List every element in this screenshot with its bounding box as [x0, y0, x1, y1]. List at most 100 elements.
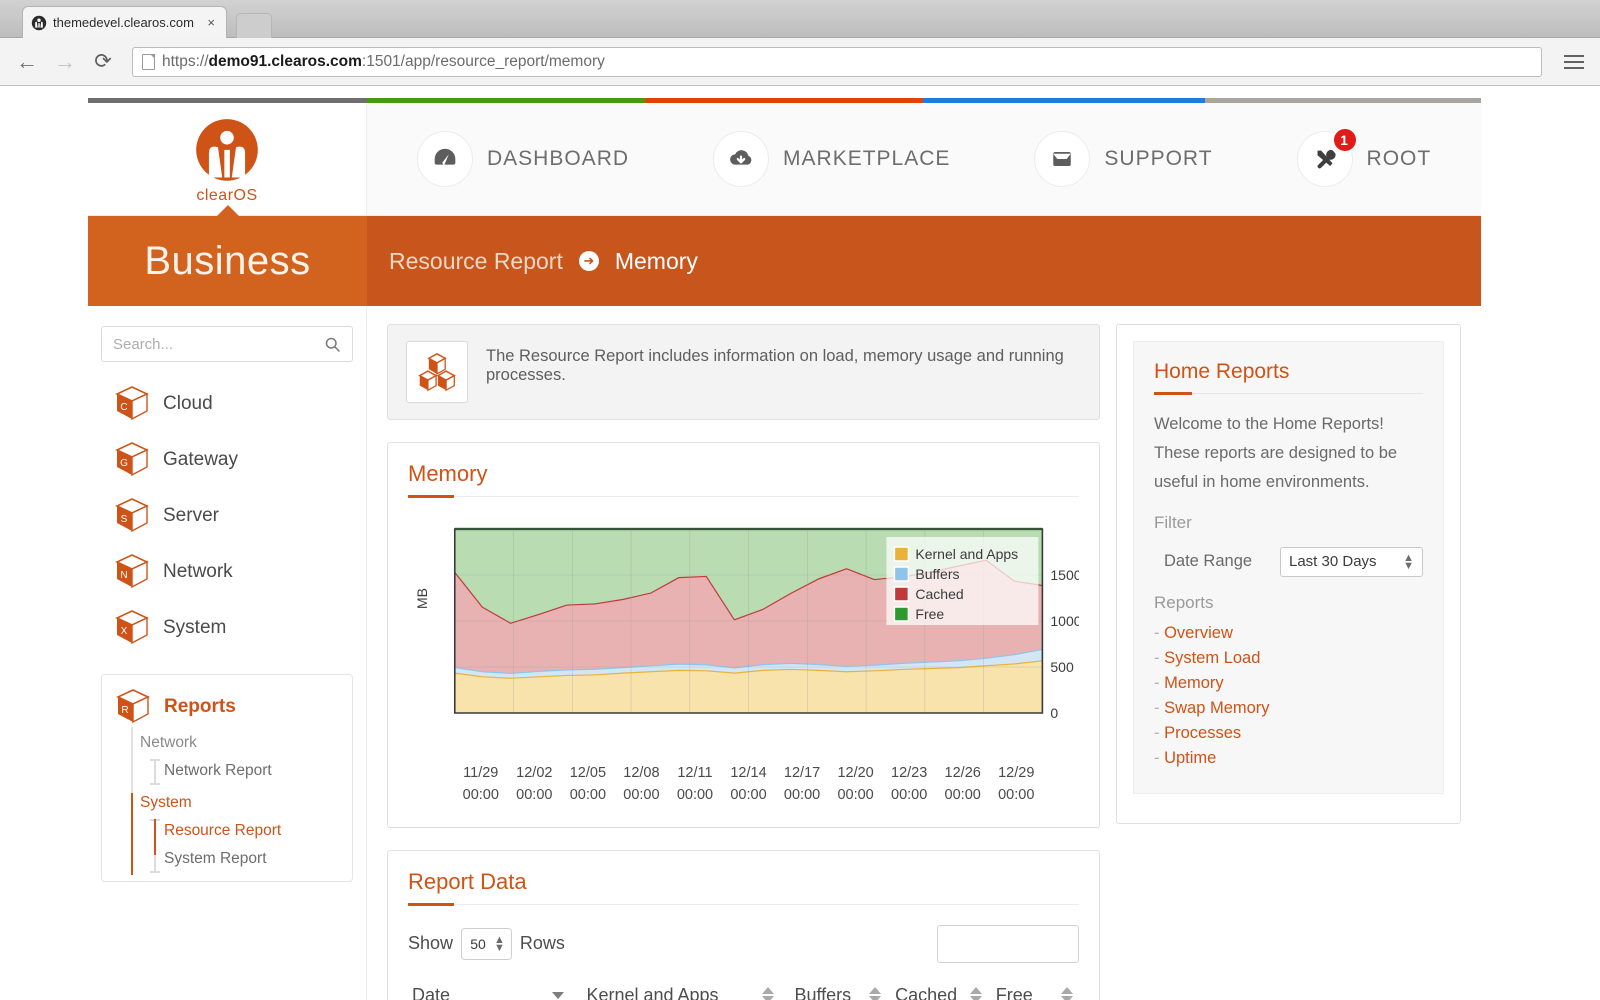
nav-item-dashboard[interactable]: DASHBOARD	[417, 131, 629, 187]
main-nav: DASHBOARD MARKETPLACE SUPPORT 1 ROOT	[367, 103, 1481, 215]
breadcrumb-parent[interactable]: Resource Report	[389, 248, 563, 275]
sidebar-item-cloud[interactable]: C Cloud	[101, 376, 353, 432]
spinner-arrows-icon[interactable]: ▲ ▼	[1403, 552, 1414, 571]
svg-text:S: S	[121, 514, 128, 525]
page-viewport: clearOS DASHBOARD MARKETPLACE SUPPORT 1 …	[0, 87, 1600, 1000]
breadcrumb-band: Business Resource Report ➜ Memory	[88, 205, 1481, 306]
reports-group-label[interactable]: System	[136, 789, 352, 817]
address-bar[interactable]: https://demo91.clearos.com:1501/app/reso…	[132, 46, 1542, 77]
cube-icon: N	[115, 554, 149, 589]
reload-button[interactable]: ⟳	[90, 49, 116, 75]
nav-item-root[interactable]: 1 ROOT	[1296, 127, 1432, 187]
browser-tab[interactable]: themedevel.clearos.com - ×	[22, 6, 227, 38]
gauge-icon	[417, 131, 473, 187]
column-header-cached[interactable]: Cached	[891, 970, 992, 1000]
home-reports-links: - Overview - System Load - Memory - Swap Me…	[1154, 621, 1423, 771]
sidebar-link-resource-report[interactable]: Resource Report	[164, 817, 352, 845]
sort-desc-icon[interactable]	[552, 991, 565, 999]
search-icon[interactable]	[324, 336, 341, 353]
sidebar-item-label: System	[163, 617, 227, 638]
sidebar-item-reports[interactable]: R Reports	[102, 683, 352, 727]
svg-text:N: N	[120, 570, 127, 581]
sort-both-icon[interactable]	[1061, 987, 1073, 1000]
home-reports-title: Home Reports	[1154, 360, 1290, 383]
sidebar-item-network[interactable]: N Network	[101, 544, 353, 600]
edition-panel: Business	[88, 205, 367, 306]
sidebar-item-system[interactable]: X System	[101, 600, 353, 656]
home-report-link[interactable]: - Swap Memory	[1154, 696, 1423, 721]
sidebar-link-system-report[interactable]: System Report	[164, 845, 352, 873]
sidebar-link-network-report[interactable]: Network Report	[164, 757, 352, 785]
column-header-buffers[interactable]: Buffers	[790, 970, 892, 1000]
home-report-link[interactable]: - Uptime	[1154, 746, 1423, 771]
forward-button[interactable]: →	[52, 49, 78, 75]
sidebar-reports-section: R Reports Network Network Report System …	[101, 674, 353, 882]
column-label: Kernel and Apps	[586, 984, 719, 1000]
browser-tabstrip: themedevel.clearos.com - ×	[0, 0, 1600, 38]
nav-item-label: MARKETPLACE	[783, 147, 951, 170]
svg-text:G: G	[120, 458, 128, 469]
tab-close-icon[interactable]: ×	[204, 15, 218, 30]
memory-chart-panel: Memory MB 0 500 1000 1500 Kernel and Apps Buf…	[387, 442, 1100, 828]
column-header-date[interactable]: Date	[408, 970, 583, 1000]
title-rule	[1154, 392, 1423, 395]
browser-tab-title: themedevel.clearos.com -	[53, 15, 199, 30]
notification-badge: 1	[1331, 127, 1358, 153]
home-report-link[interactable]: - System Load	[1154, 646, 1423, 671]
x-axis-tick: 12/14 00:00	[730, 765, 767, 804]
spinner-arrows-icon[interactable]: ▲ ▼	[494, 934, 505, 953]
sidebar-item-gateway[interactable]: G Gateway	[101, 432, 353, 488]
memory-chart: MB 0 500 1000 1500 Kernel and Apps Buffers Cac…	[408, 523, 1079, 753]
date-range-value: Last 30 Days	[1289, 553, 1377, 571]
group-spine	[131, 793, 133, 875]
sidebar-item-label: Network	[163, 561, 233, 582]
home-report-link[interactable]: - Memory	[1154, 671, 1423, 696]
svg-text:X: X	[121, 626, 128, 637]
show-label: Show	[408, 933, 454, 954]
search-input[interactable]	[113, 335, 324, 353]
browser-menu-button[interactable]	[1562, 49, 1586, 75]
inbox-icon	[1034, 131, 1091, 187]
nav-item-marketplace[interactable]: MARKETPLACE	[713, 131, 950, 187]
logo[interactable]: clearOS	[88, 103, 367, 215]
back-button[interactable]: ←	[14, 49, 40, 75]
home-report-link[interactable]: - Processes	[1154, 721, 1423, 746]
breadcrumb: Resource Report ➜ Memory	[367, 216, 1481, 306]
filter-label: Filter	[1154, 512, 1192, 532]
panel-title: Memory	[408, 461, 488, 486]
reports-group-children: Network Report	[136, 757, 352, 789]
home-report-link[interactable]: - Overview	[1154, 621, 1423, 646]
sort-both-icon[interactable]	[969, 987, 982, 1000]
table-controls: Show 50 ▲ ▼ Rows	[408, 924, 1079, 963]
new-tab-button[interactable]	[236, 13, 272, 38]
boxes-icon	[406, 341, 468, 403]
report-data-panel: Report Data Show 50 ▲ ▼ Rows Date Kernel…	[387, 849, 1100, 1000]
x-axis-tick: 12/17 00:00	[783, 765, 821, 804]
sort-both-icon[interactable]	[762, 987, 775, 1000]
x-axis-tick: 12/02 00:00	[516, 765, 553, 804]
reports-tree: Network Network Report System Resource R…	[102, 727, 352, 877]
band-pointer	[216, 205, 239, 216]
sort-both-icon[interactable]	[869, 987, 882, 1000]
svg-text:C: C	[120, 402, 127, 413]
column-header-free[interactable]: Free	[991, 970, 1079, 1000]
column-label: Date	[412, 984, 451, 1000]
x-axis-tick: 12/11 00:00	[676, 765, 714, 804]
x-axis-tick: 12/05 00:00	[569, 765, 607, 804]
reports-group-label[interactable]: Network	[136, 729, 352, 757]
rows-per-page-stepper[interactable]: 50 ▲ ▼	[461, 927, 512, 960]
sidebar-search[interactable]	[101, 326, 353, 362]
reports-group-children: Resource Report System Report	[136, 817, 352, 877]
main-content: The Resource Report includes information…	[367, 306, 1481, 1000]
sidebar-item-server[interactable]: S Server	[101, 488, 353, 544]
date-range-select[interactable]: Last 30 Days ▲ ▼	[1280, 546, 1423, 577]
sidebar-item-label: Cloud	[163, 393, 213, 414]
cloud-download-icon	[713, 131, 770, 187]
home-reports-card: Home Reports Welcome to the Home Reports…	[1116, 324, 1461, 824]
chevron-right-icon: ➜	[578, 251, 599, 271]
app-header: clearOS DASHBOARD MARKETPLACE SUPPORT 1 …	[88, 103, 1481, 216]
x-axis-tick: 12/26 00:00	[944, 765, 981, 804]
column-header-kernel-and-apps[interactable]: Kernel and Apps	[582, 970, 791, 1000]
nav-item-support[interactable]: SUPPORT	[1034, 131, 1212, 187]
table-search-input[interactable]	[937, 924, 1079, 963]
